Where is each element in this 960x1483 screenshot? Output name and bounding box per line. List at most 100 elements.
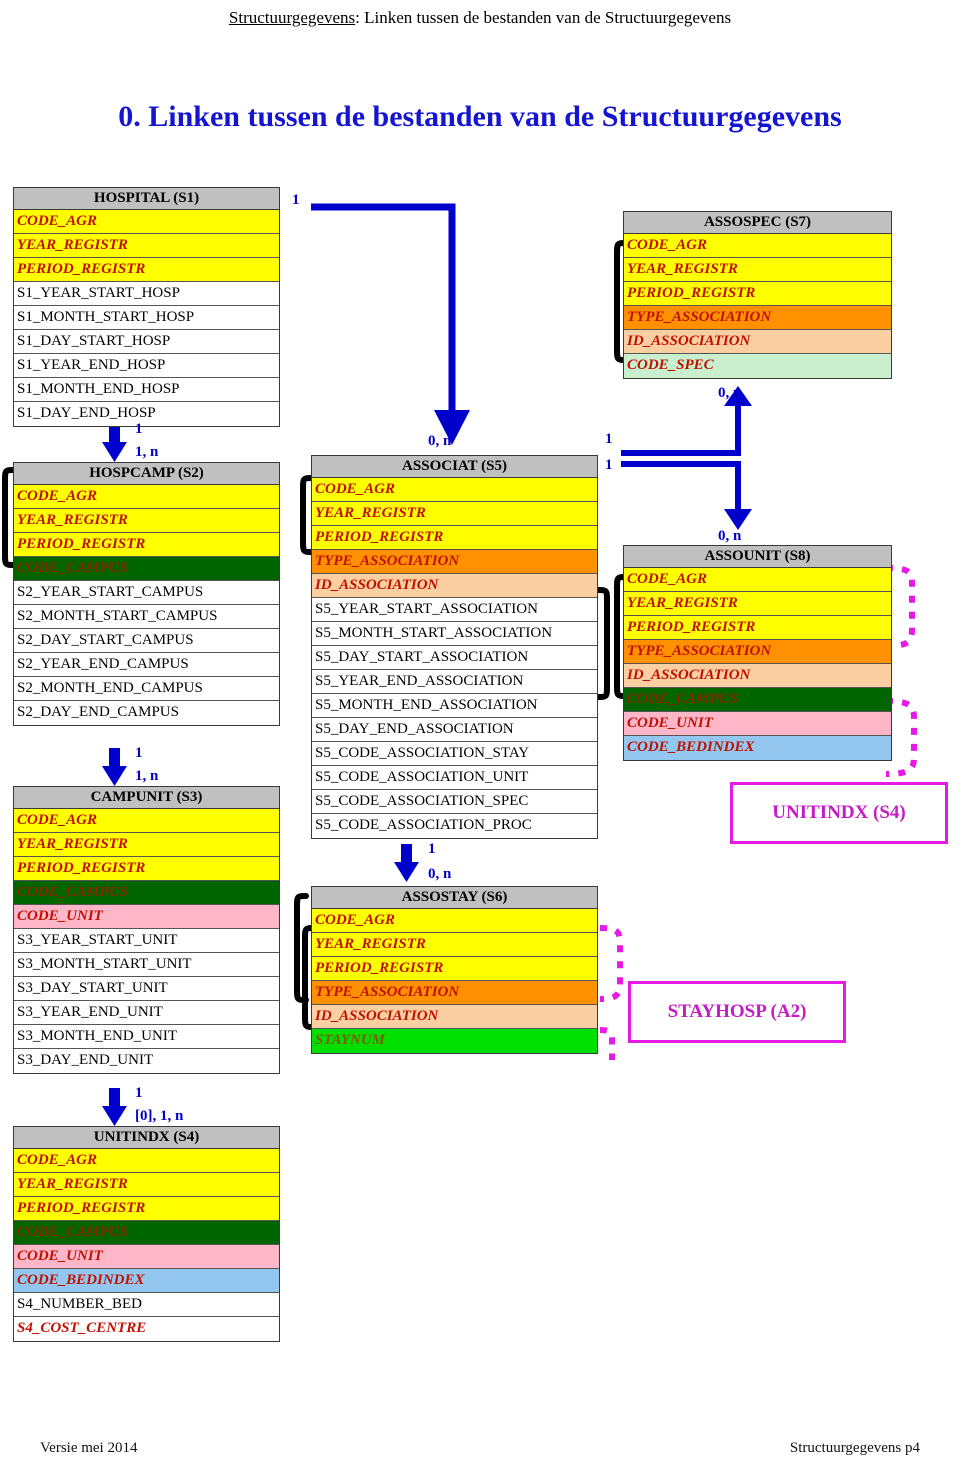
cardinality-s1-top: 1 bbox=[292, 192, 300, 208]
running-header: Structuurgegevens: Linken tussen de best… bbox=[0, 8, 960, 28]
field-row: S3_MONTH_START_UNIT bbox=[14, 953, 279, 977]
field-row: S1_DAY_END_HOSP bbox=[14, 402, 279, 426]
cardinality-s5-right-2: 1 bbox=[605, 457, 613, 473]
field-row: CODE_AGR bbox=[312, 478, 597, 502]
field-row: S5_DAY_START_ASSOCIATION bbox=[312, 646, 597, 670]
field-row: CODE_AGR bbox=[624, 568, 891, 592]
arrow-s3-to-s4 bbox=[102, 1088, 127, 1126]
ref-box-stayhosp-label: STAYHOSP (A2) bbox=[667, 1001, 807, 1022]
cardinality-s7-bottom: 0, n bbox=[718, 385, 742, 401]
cardinality-s5-top: 0, n bbox=[428, 433, 452, 449]
field-row: S2_MONTH_START_CAMPUS bbox=[14, 605, 279, 629]
entity-table-s7[interactable]: ASSOSPEC (S7) CODE_AGR YEAR_REGISTR PERI… bbox=[623, 211, 892, 379]
field-row: CODE_UNIT bbox=[14, 905, 279, 929]
running-header-prefix: Structuurgegevens bbox=[228, 8, 356, 27]
entity-table-s1[interactable]: HOSPITAL (S1) CODE_AGR YEAR_REGISTR PERI… bbox=[13, 187, 280, 427]
page-title: 0. Linken tussen de bestanden van de Str… bbox=[118, 100, 842, 133]
ref-box-unitindx-label: UNITINDX (S4) bbox=[772, 802, 906, 823]
field-row: CODE_AGR bbox=[14, 809, 279, 833]
field-row: CODE_AGR bbox=[14, 1149, 279, 1173]
entity-title-s2: HOSPCAMP (S2) bbox=[14, 463, 279, 485]
field-row: YEAR_REGISTR bbox=[14, 509, 279, 533]
field-row: S5_MONTH_START_ASSOCIATION bbox=[312, 622, 597, 646]
field-row: S2_YEAR_END_CAMPUS bbox=[14, 653, 279, 677]
field-row: S5_CODE_ASSOCIATION_SPEC bbox=[312, 790, 597, 814]
field-row: S3_MONTH_END_UNIT bbox=[14, 1025, 279, 1049]
arrow-s5-to-s8 bbox=[621, 461, 752, 530]
field-row: STAYNUM bbox=[312, 1029, 597, 1053]
arrow-s2-to-s3 bbox=[102, 748, 127, 786]
entity-table-s5[interactable]: ASSOCIAT (S5) CODE_AGR YEAR_REGISTR PERI… bbox=[311, 455, 598, 839]
field-row: S4_COST_CENTRE bbox=[14, 1317, 279, 1341]
key-bracket-s3 bbox=[294, 893, 309, 1003]
field-row: ID_ASSOCIATION bbox=[312, 574, 597, 598]
field-row: CODE_CAMPUS bbox=[14, 881, 279, 905]
field-row: TYPE_ASSOCIATION bbox=[624, 640, 891, 664]
field-row: S2_YEAR_START_CAMPUS bbox=[14, 581, 279, 605]
field-row: CODE_AGR bbox=[624, 234, 891, 258]
field-row: YEAR_REGISTR bbox=[312, 933, 597, 957]
field-row: S1_YEAR_END_HOSP bbox=[14, 354, 279, 378]
entity-table-s2[interactable]: HOSPCAMP (S2) CODE_AGR YEAR_REGISTR PERI… bbox=[13, 462, 280, 726]
field-row: TYPE_ASSOCIATION bbox=[312, 550, 597, 574]
field-row: PERIOD_REGISTR bbox=[14, 258, 279, 282]
cardinality-s1-s2-many: 1, n bbox=[135, 444, 159, 460]
field-row: YEAR_REGISTR bbox=[14, 1173, 279, 1197]
field-row: YEAR_REGISTR bbox=[14, 234, 279, 258]
entity-title-s3: CAMPUNIT (S3) bbox=[14, 787, 279, 809]
cardinality-s2-s3-one: 1 bbox=[135, 745, 143, 761]
field-row: YEAR_REGISTR bbox=[312, 502, 597, 526]
running-header-rest: : Linken tussen de bestanden van de Stru… bbox=[355, 8, 732, 27]
cardinality-s5-right-1: 1 bbox=[605, 431, 613, 447]
field-row: TYPE_ASSOCIATION bbox=[624, 306, 891, 330]
cardinality-s3-s4-one: 1 bbox=[135, 1085, 143, 1101]
ref-box-unitindx[interactable]: UNITINDX (S4) bbox=[730, 782, 948, 844]
cardinality-s3-s4-many: [0], 1, n bbox=[135, 1108, 184, 1124]
cardinality-s1-s2-one: 1 bbox=[135, 421, 143, 437]
cardinality-s2-s3-many: 1, n bbox=[135, 768, 159, 784]
field-row: S5_CODE_ASSOCIATION_UNIT bbox=[312, 766, 597, 790]
field-row: S5_YEAR_START_ASSOCIATION bbox=[312, 598, 597, 622]
dashed-link-s6-staynum bbox=[599, 1027, 615, 1060]
field-row: ID_ASSOCIATION bbox=[624, 330, 891, 354]
field-row: CODE_AGR bbox=[14, 485, 279, 509]
field-row: PERIOD_REGISTR bbox=[14, 1197, 279, 1221]
field-row: S3_DAY_END_UNIT bbox=[14, 1049, 279, 1073]
field-row: CODE_CAMPUS bbox=[14, 557, 279, 581]
field-row: S1_MONTH_START_HOSP bbox=[14, 306, 279, 330]
field-row: ID_ASSOCIATION bbox=[624, 664, 891, 688]
diagram-page: Structuurgegevens: Linken tussen de best… bbox=[0, 0, 960, 1483]
field-row: PERIOD_REGISTR bbox=[312, 957, 597, 981]
ref-box-stayhosp[interactable]: STAYHOSP (A2) bbox=[628, 981, 846, 1043]
field-row: CODE_CAMPUS bbox=[14, 1221, 279, 1245]
entity-title-s6: ASSOSTAY (S6) bbox=[312, 887, 597, 909]
cardinality-s8-top: 0, n bbox=[718, 528, 742, 544]
field-row: S1_DAY_START_HOSP bbox=[14, 330, 279, 354]
field-row: YEAR_REGISTR bbox=[624, 258, 891, 282]
field-row: S5_YEAR_END_ASSOCIATION bbox=[312, 670, 597, 694]
entity-table-s6[interactable]: ASSOSTAY (S6) CODE_AGR YEAR_REGISTR PERI… bbox=[311, 886, 598, 1054]
field-row: PERIOD_REGISTR bbox=[14, 857, 279, 881]
field-row: S1_MONTH_END_HOSP bbox=[14, 378, 279, 402]
field-row: PERIOD_REGISTR bbox=[624, 616, 891, 640]
field-row: PERIOD_REGISTR bbox=[14, 533, 279, 557]
entity-title-s4: UNITINDX (S4) bbox=[14, 1127, 279, 1149]
entity-table-s4[interactable]: UNITINDX (S4) CODE_AGR YEAR_REGISTR PERI… bbox=[13, 1126, 280, 1342]
field-row: S3_YEAR_END_UNIT bbox=[14, 1001, 279, 1025]
arrow-s1-to-s5 bbox=[311, 203, 470, 445]
entity-table-s8[interactable]: ASSOUNIT (S8) CODE_AGR YEAR_REGISTR PERI… bbox=[623, 545, 892, 761]
field-row: S2_DAY_START_CAMPUS bbox=[14, 629, 279, 653]
entity-table-s3[interactable]: CAMPUNIT (S3) CODE_AGR YEAR_REGISTR PERI… bbox=[13, 786, 280, 1074]
field-row: CODE_CAMPUS bbox=[624, 688, 891, 712]
field-row: S3_YEAR_START_UNIT bbox=[14, 929, 279, 953]
entity-title-s5: ASSOCIAT (S5) bbox=[312, 456, 597, 478]
field-row: YEAR_REGISTR bbox=[14, 833, 279, 857]
footer-right: Structuurgegevens p4 bbox=[789, 1440, 920, 1456]
entity-title-s1: HOSPITAL (S1) bbox=[14, 188, 279, 210]
footer-left: Versie mei 2014 bbox=[40, 1440, 138, 1456]
field-row: S3_DAY_START_UNIT bbox=[14, 977, 279, 1001]
field-row: CODE_AGR bbox=[14, 210, 279, 234]
field-row: S5_MONTH_END_ASSOCIATION bbox=[312, 694, 597, 718]
dashed-link-s6-stayhosp bbox=[599, 925, 623, 1002]
field-row: S5_DAY_END_ASSOCIATION bbox=[312, 718, 597, 742]
